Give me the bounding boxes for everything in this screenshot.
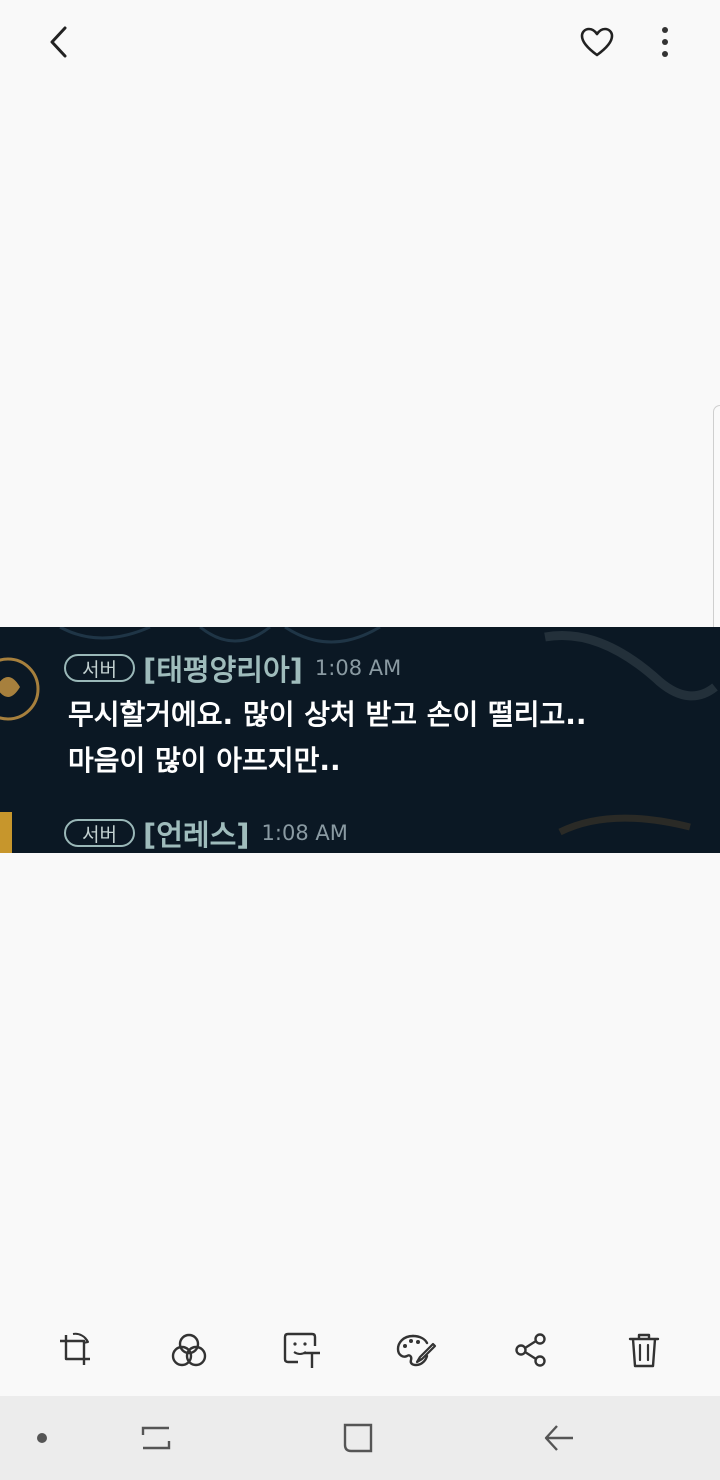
system-nav-bar bbox=[0, 1396, 720, 1480]
top-bar bbox=[0, 0, 720, 84]
message-line: 마음이 많이 아프지만.. bbox=[68, 744, 341, 777]
recents-icon bbox=[141, 1426, 171, 1450]
add-text-button[interactable] bbox=[278, 1326, 326, 1374]
server-badge: 서버 bbox=[64, 819, 135, 847]
nav-dot[interactable] bbox=[22, 1418, 62, 1458]
back-arrow-icon bbox=[544, 1425, 573, 1451]
username: [언레스] bbox=[142, 818, 250, 852]
home-button[interactable] bbox=[336, 1416, 380, 1460]
heart-outline-icon bbox=[580, 27, 614, 57]
delete-button[interactable] bbox=[620, 1326, 668, 1374]
add-text-icon bbox=[283, 1332, 320, 1368]
crop-rotate-button[interactable] bbox=[51, 1326, 99, 1374]
recents-button[interactable] bbox=[134, 1416, 178, 1460]
timestamp: 1:08 AM bbox=[261, 821, 348, 845]
favorite-button[interactable] bbox=[573, 18, 621, 66]
viewed-image: 서버 [태평양리아] 1:08 AM 무시할거에요. 많이 상처 받고 손이 떨… bbox=[0, 627, 720, 853]
back-button[interactable] bbox=[36, 18, 84, 66]
home-icon bbox=[343, 1423, 373, 1453]
chevron-left-icon bbox=[50, 26, 67, 58]
message-line: 무시할거에요. 많이 상처 받고 손이 떨리고.. bbox=[68, 698, 587, 731]
filter-button[interactable] bbox=[165, 1326, 213, 1374]
username: [태평양리아] bbox=[142, 653, 303, 687]
palette-draw-icon bbox=[396, 1334, 437, 1367]
more-options-button[interactable] bbox=[641, 18, 689, 66]
draw-button[interactable] bbox=[392, 1326, 440, 1374]
share-icon bbox=[515, 1333, 546, 1367]
more-vertical-icon bbox=[662, 27, 668, 57]
back-nav-button[interactable] bbox=[537, 1416, 581, 1460]
crop-rotate-icon bbox=[60, 1332, 90, 1365]
filter-circles-icon bbox=[171, 1333, 207, 1367]
timestamp: 1:08 AM bbox=[314, 656, 402, 680]
trash-icon bbox=[628, 1333, 660, 1368]
share-button[interactable] bbox=[507, 1326, 555, 1374]
dot-icon bbox=[37, 1433, 47, 1443]
server-badge: 서버 bbox=[64, 654, 135, 682]
bottom-toolbar bbox=[0, 1310, 720, 1394]
